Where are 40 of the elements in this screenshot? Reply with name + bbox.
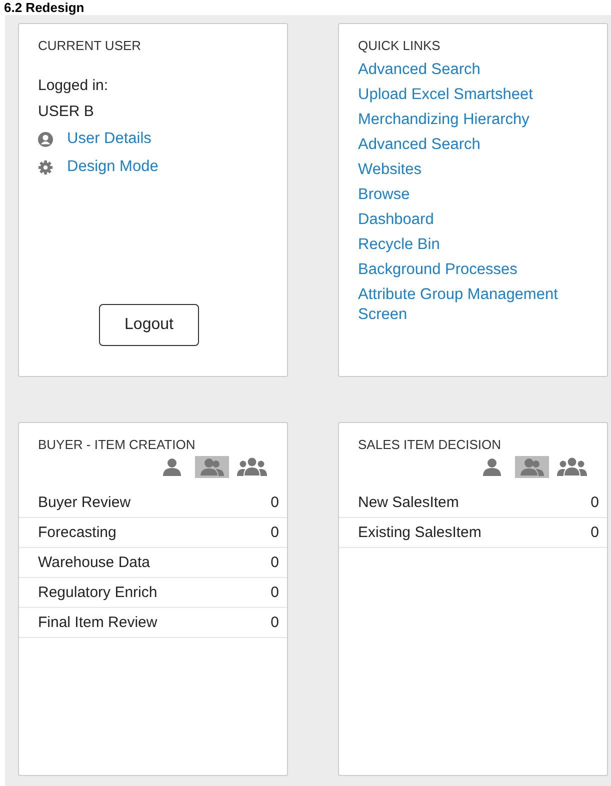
two-people-icon[interactable]	[195, 456, 229, 478]
card-title: SALES ITEM DECISION	[357, 437, 502, 452]
page-heading: 6.2 Redesign	[3, 0, 86, 15]
item-count: 0	[270, 613, 279, 632]
item-count: 0	[590, 523, 599, 542]
card-title: BUYER - ITEM CREATION	[37, 437, 196, 452]
workflow-step[interactable]: Existing SalesItem	[358, 523, 482, 542]
quick-link[interactable]: Advanced Search	[358, 135, 588, 155]
logout-button[interactable]: Logout	[99, 304, 199, 346]
logged-in-label: Logged in:	[38, 77, 110, 94]
card-title: QUICK LINKS	[358, 38, 442, 53]
quick-link[interactable]: Websites	[358, 160, 588, 180]
quick-link[interactable]: Merchandizing Hierarchy	[358, 110, 588, 130]
two-people-icon[interactable]	[515, 456, 549, 478]
workflow-step[interactable]: Warehouse Data	[38, 553, 150, 572]
workflow-step[interactable]: New SalesItem	[358, 493, 459, 512]
quick-link[interactable]: Upload Excel Smartsheet	[358, 85, 588, 105]
user-name: USER B	[38, 103, 95, 120]
item-count: 0	[270, 493, 279, 512]
item-count: 0	[270, 553, 279, 572]
workflow-step[interactable]: Regulatory Enrich	[38, 583, 158, 602]
quick-link[interactable]: Attribute Group Management Screen	[358, 285, 588, 325]
item-count: 0	[270, 523, 279, 542]
item-count: 0	[590, 493, 599, 512]
card-title: CURRENT USER	[38, 38, 142, 53]
link[interactable]: User Details	[67, 130, 152, 148]
workflow-step[interactable]: Buyer Review	[38, 493, 131, 512]
workflow-step[interactable]: Final Item Review	[38, 613, 158, 632]
quick-link[interactable]: Browse	[358, 185, 588, 205]
settings-icon	[38, 160, 53, 174]
user-icon	[38, 132, 53, 146]
quick-link[interactable]: Advanced Search	[358, 60, 588, 80]
group-icon[interactable]	[555, 456, 589, 478]
item-count: 0	[270, 583, 279, 602]
link[interactable]: Design Mode	[67, 158, 158, 176]
workflow-step[interactable]: Forecasting	[38, 523, 116, 542]
group-icon[interactable]	[235, 456, 269, 478]
quick-link[interactable]: Background Processes	[358, 260, 588, 280]
quick-link[interactable]: Recycle Bin	[358, 235, 588, 255]
quick-link[interactable]: Dashboard	[358, 210, 588, 230]
